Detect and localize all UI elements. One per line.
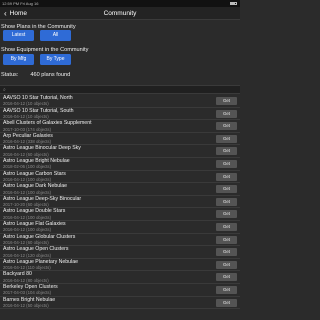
nav-bar: ‹ Home Community <box>0 7 240 20</box>
back-label: Home <box>9 10 28 17</box>
plan-meta: 2016-04-12 (100 objects) <box>3 189 52 195</box>
back-button[interactable]: ‹ Home <box>4 7 27 20</box>
get-button[interactable]: Get <box>216 248 237 257</box>
all-button[interactable]: All <box>40 30 71 41</box>
by-mfg-button[interactable]: By Mfg <box>3 54 34 65</box>
plan-meta: 2016-04-12 (110 objects) <box>3 265 51 271</box>
get-button[interactable]: Get <box>216 210 237 219</box>
page-title: Community <box>103 10 137 17</box>
get-button[interactable]: Get <box>216 147 237 156</box>
plan-meta: 2017-10-20 (60 objects) <box>3 202 49 208</box>
list-item[interactable]: Astro League Binocular Deep Sky 2016-04-1… <box>0 145 240 158</box>
list-item[interactable]: AAVSO 10 Star Tutorial, South 2016-04-12 … <box>0 108 240 121</box>
get-button[interactable]: Get <box>216 260 237 269</box>
list-item[interactable]: Astro League Deep-Sky Binocular 2017-10-2… <box>0 196 240 209</box>
list-item[interactable]: Barnes Bright Nebulae 2016-04-12 (50 obje… <box>0 297 240 310</box>
battery-icon <box>230 2 237 5</box>
list-item[interactable]: Astro League Flat Galaxies 2016-04-12 (10… <box>0 221 240 234</box>
get-button[interactable]: Get <box>216 235 237 244</box>
plan-count: 460 plans found <box>30 72 71 78</box>
get-button[interactable]: Get <box>216 172 237 181</box>
list-item[interactable]: AAVSO 10 Star Tutorial, North 2016-04-12 … <box>0 95 240 108</box>
equipment-section-label: Show Equipment in the Community <box>1 47 89 53</box>
plan-meta: 2016-04-12 (338 objects) <box>3 139 52 145</box>
list-item[interactable]: Astro League Carbon Stars 2016-04-12 (100… <box>0 171 240 184</box>
status-bar: 12:59 PM Fri Aug 16 <box>0 0 240 7</box>
get-button[interactable]: Get <box>216 285 237 294</box>
list-item[interactable]: Arp Peculiar Galaxies 2016-04-12 (338 obj… <box>0 133 240 146</box>
status-row: Status: 460 plans found <box>1 72 70 78</box>
list-item[interactable]: Berkeley Open Clusters 2017-04-03 (104 ob… <box>0 284 240 297</box>
plan-meta: 2016-04-12 (10 objects) <box>3 101 49 107</box>
plan-meta: 2016-04-12 (60 objects) <box>3 239 49 245</box>
list-item[interactable]: Astro League Double Stars 2016-04-12 (100… <box>0 208 240 221</box>
search-icon: ⌕ <box>3 87 6 93</box>
chevron-left-icon: ‹ <box>4 9 7 18</box>
get-button[interactable]: Get <box>216 298 237 307</box>
get-button[interactable]: Get <box>216 134 237 143</box>
get-button[interactable]: Get <box>216 222 237 231</box>
status-time: 12:59 PM Fri Aug 16 <box>2 1 39 6</box>
get-button[interactable]: Get <box>216 273 237 282</box>
plan-meta: 2016-04-12 (80 objects) <box>3 277 49 283</box>
get-button[interactable]: Get <box>216 122 237 131</box>
list-item[interactable]: Abell Clusters of Galaxies Supplement 201… <box>0 120 240 133</box>
plan-list[interactable]: AAVSO 10 Star Tutorial, North 2016-04-12 … <box>0 95 240 310</box>
list-item[interactable]: Astro League Planetary Nebulae 2016-04-12… <box>0 259 240 272</box>
list-item[interactable]: Astro League Dark Nebulae 2016-04-12 (100… <box>0 183 240 196</box>
plan-meta: 2016-04-12 (100 objects) <box>3 227 52 233</box>
list-item[interactable]: Astro League Globular Clusters 2016-04-12… <box>0 234 240 247</box>
get-button[interactable]: Get <box>216 197 237 206</box>
list-item[interactable]: Astro League Bright Nebulae 2018-02-06 (1… <box>0 158 240 171</box>
by-type-button[interactable]: By Type <box>40 54 71 65</box>
list-item[interactable]: Backyard 80 2016-04-12 (80 objects) Get <box>0 271 240 284</box>
list-item[interactable]: Astro League Open Clusters 2016-04-12 (12… <box>0 246 240 259</box>
plan-meta: 2017-04-03 (104 objects) <box>3 290 52 296</box>
get-button[interactable]: Get <box>216 185 237 194</box>
plan-meta: 2016-04-12 (100 objects) <box>3 214 52 220</box>
plan-meta: 2017-10-03 (174 objects) <box>3 126 52 132</box>
plan-meta: 2016-04-12 (60 objects) <box>3 151 49 157</box>
status-label: Status: <box>1 72 19 78</box>
plan-meta: 2016-04-12 (10 objects) <box>3 113 49 119</box>
get-button[interactable]: Get <box>216 159 237 168</box>
search-input[interactable]: ⌕ <box>0 85 240 94</box>
plan-meta: 2016-04-12 (50 objects) <box>3 302 49 308</box>
plan-meta: 2016-04-12 (100 objects) <box>3 176 52 182</box>
get-button[interactable]: Get <box>216 109 237 118</box>
plan-meta: 2018-02-06 (100 objects) <box>3 164 52 170</box>
latest-button[interactable]: Latest <box>3 30 34 41</box>
plan-meta: 2016-04-12 (120 objects) <box>3 252 52 258</box>
get-button[interactable]: Get <box>216 97 237 105</box>
